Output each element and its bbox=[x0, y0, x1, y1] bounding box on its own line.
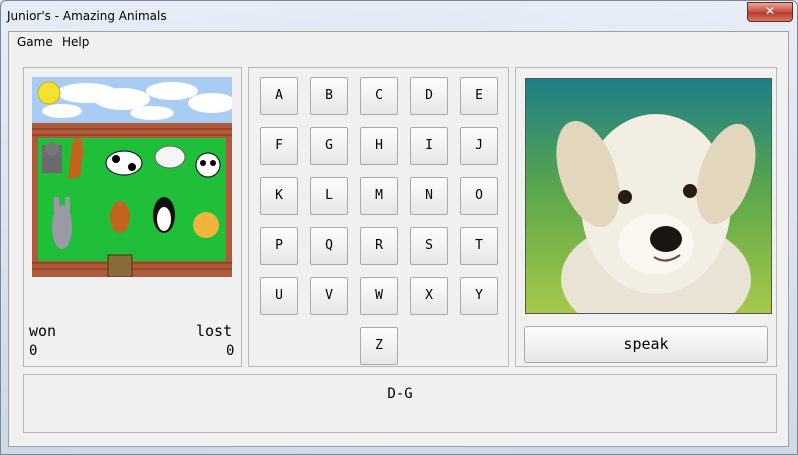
speak-button[interactable]: speak bbox=[524, 326, 768, 363]
letter-button-g[interactable]: G bbox=[310, 127, 348, 165]
letter-button-z[interactable]: Z bbox=[360, 327, 398, 365]
letter-button-o[interactable]: O bbox=[460, 177, 498, 215]
won-count: 0 bbox=[29, 343, 38, 359]
letter-button-b[interactable]: B bbox=[310, 77, 348, 115]
letter-button-n[interactable]: N bbox=[410, 177, 448, 215]
letter-button-h[interactable]: H bbox=[360, 127, 398, 165]
menu-help[interactable]: Help bbox=[62, 35, 89, 49]
status-panel: D-G bbox=[23, 374, 777, 433]
animal-panel: speak bbox=[515, 67, 777, 367]
zoo-picture bbox=[32, 77, 232, 277]
letter-button-t[interactable]: T bbox=[460, 227, 498, 265]
close-icon: ✕ bbox=[764, 4, 776, 18]
letter-button-r[interactable]: R bbox=[360, 227, 398, 265]
won-label: won bbox=[29, 322, 57, 340]
letter-button-x[interactable]: X bbox=[410, 277, 448, 315]
letter-button-i[interactable]: I bbox=[410, 127, 448, 165]
status-text: D-G bbox=[387, 386, 413, 402]
title-bar[interactable]: Junior's - Amazing Animals ✕ bbox=[1, 1, 797, 31]
window-title: Junior's - Amazing Animals bbox=[7, 9, 167, 23]
letter-button-s[interactable]: S bbox=[410, 227, 448, 265]
lost-count: 0 bbox=[226, 343, 235, 359]
lost-label: lost bbox=[196, 322, 233, 340]
letter-button-l[interactable]: L bbox=[310, 177, 348, 215]
letter-button-q[interactable]: Q bbox=[310, 227, 348, 265]
letter-button-m[interactable]: M bbox=[360, 177, 398, 215]
puppy-photo bbox=[525, 78, 772, 314]
letter-button-w[interactable]: W bbox=[360, 277, 398, 315]
letter-button-k[interactable]: K bbox=[260, 177, 298, 215]
menu-game[interactable]: Game bbox=[17, 35, 53, 49]
letter-button-c[interactable]: C bbox=[360, 77, 398, 115]
letter-button-j[interactable]: J bbox=[460, 127, 498, 165]
score-panel: won lost 0 0 bbox=[23, 67, 242, 367]
letter-button-u[interactable]: U bbox=[260, 277, 298, 315]
letter-button-y[interactable]: Y bbox=[460, 277, 498, 315]
letter-button-f[interactable]: F bbox=[260, 127, 298, 165]
letter-button-p[interactable]: P bbox=[260, 227, 298, 265]
close-button[interactable]: ✕ bbox=[747, 2, 793, 22]
letter-panel: A B C D E F G H I J K L M N O P Q R S T … bbox=[248, 67, 509, 367]
letter-button-d[interactable]: D bbox=[410, 77, 448, 115]
letter-button-a[interactable]: A bbox=[260, 77, 298, 115]
letter-button-v[interactable]: V bbox=[310, 277, 348, 315]
menu-bar: Game Help bbox=[9, 32, 788, 52]
letter-button-e[interactable]: E bbox=[460, 77, 498, 115]
